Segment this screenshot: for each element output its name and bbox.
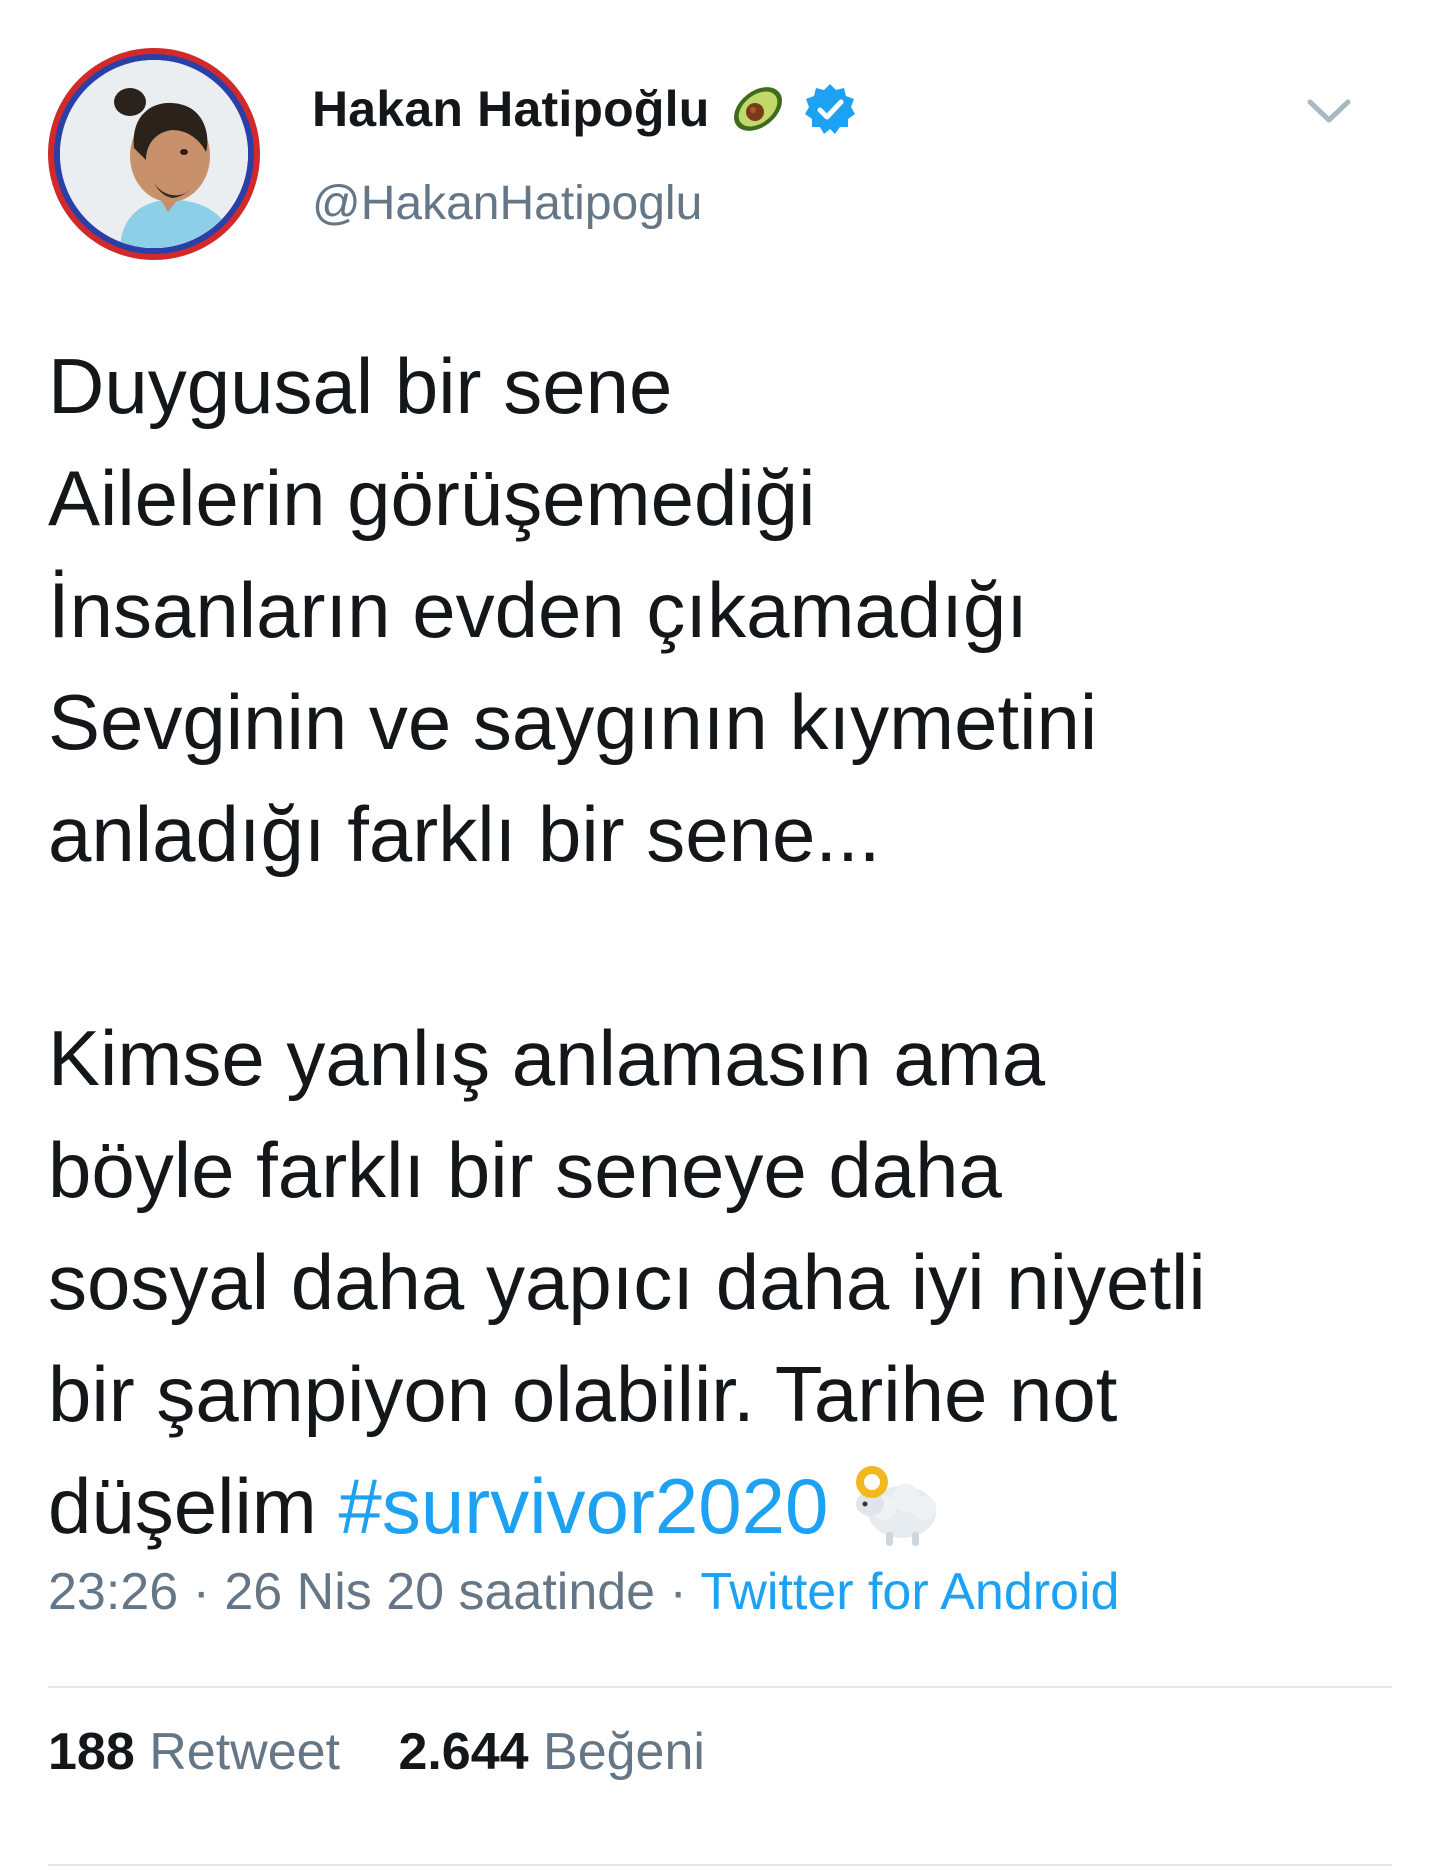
meta-separator: · xyxy=(178,1563,225,1621)
avatar-photo xyxy=(60,60,248,248)
meta-separator: · xyxy=(655,1563,701,1621)
retweets-count: 188 xyxy=(48,1723,135,1781)
tweet-stats: 188 Retweet 2.644 Beğeni xyxy=(48,1722,749,1782)
divider xyxy=(48,1864,1392,1866)
tweet-text: Duygusal bir sene Ailelerin görüşemediği… xyxy=(48,330,1388,1562)
display-name[interactable]: Hakan Hatipoğlu xyxy=(312,80,709,138)
verified-badge-icon xyxy=(805,84,856,134)
tweet-date[interactable]: 26 Nis 20 saatinde xyxy=(224,1563,655,1621)
chevron-down-icon[interactable] xyxy=(1306,96,1352,126)
tweet-header: Hakan Hatipoğlu @HakanHatipoglu xyxy=(48,48,1392,268)
likes-count: 2.644 xyxy=(398,1723,529,1781)
tweet-source-link[interactable]: Twitter for Android xyxy=(700,1563,1119,1621)
divider xyxy=(48,1686,1392,1688)
retweets-label: Retweet xyxy=(149,1723,340,1781)
avocado-icon xyxy=(734,87,783,131)
hashtag-link[interactable]: #survivor2020 xyxy=(338,1462,828,1550)
tweet-body: Duygusal bir sene Ailelerin görüşemediği… xyxy=(48,342,1206,1550)
tweet-meta: 23:26 · 26 Nis 20 saatinde · Twitter for… xyxy=(48,1562,1119,1622)
user-handle[interactable]: @HakanHatipoglu xyxy=(312,176,857,231)
person-photo-icon xyxy=(60,60,248,248)
likes-stat[interactable]: 2.644 Beğeni xyxy=(398,1722,705,1782)
likes-label: Beğeni xyxy=(543,1723,705,1781)
ram-icon xyxy=(856,1466,937,1547)
avatar[interactable] xyxy=(48,48,260,260)
name-row: Hakan Hatipoğlu xyxy=(312,76,857,142)
retweets-stat[interactable]: 188 Retweet xyxy=(48,1722,340,1782)
user-names: Hakan Hatipoğlu @HakanHatipoglu xyxy=(312,76,857,231)
tweet-time[interactable]: 23:26 xyxy=(48,1563,178,1621)
